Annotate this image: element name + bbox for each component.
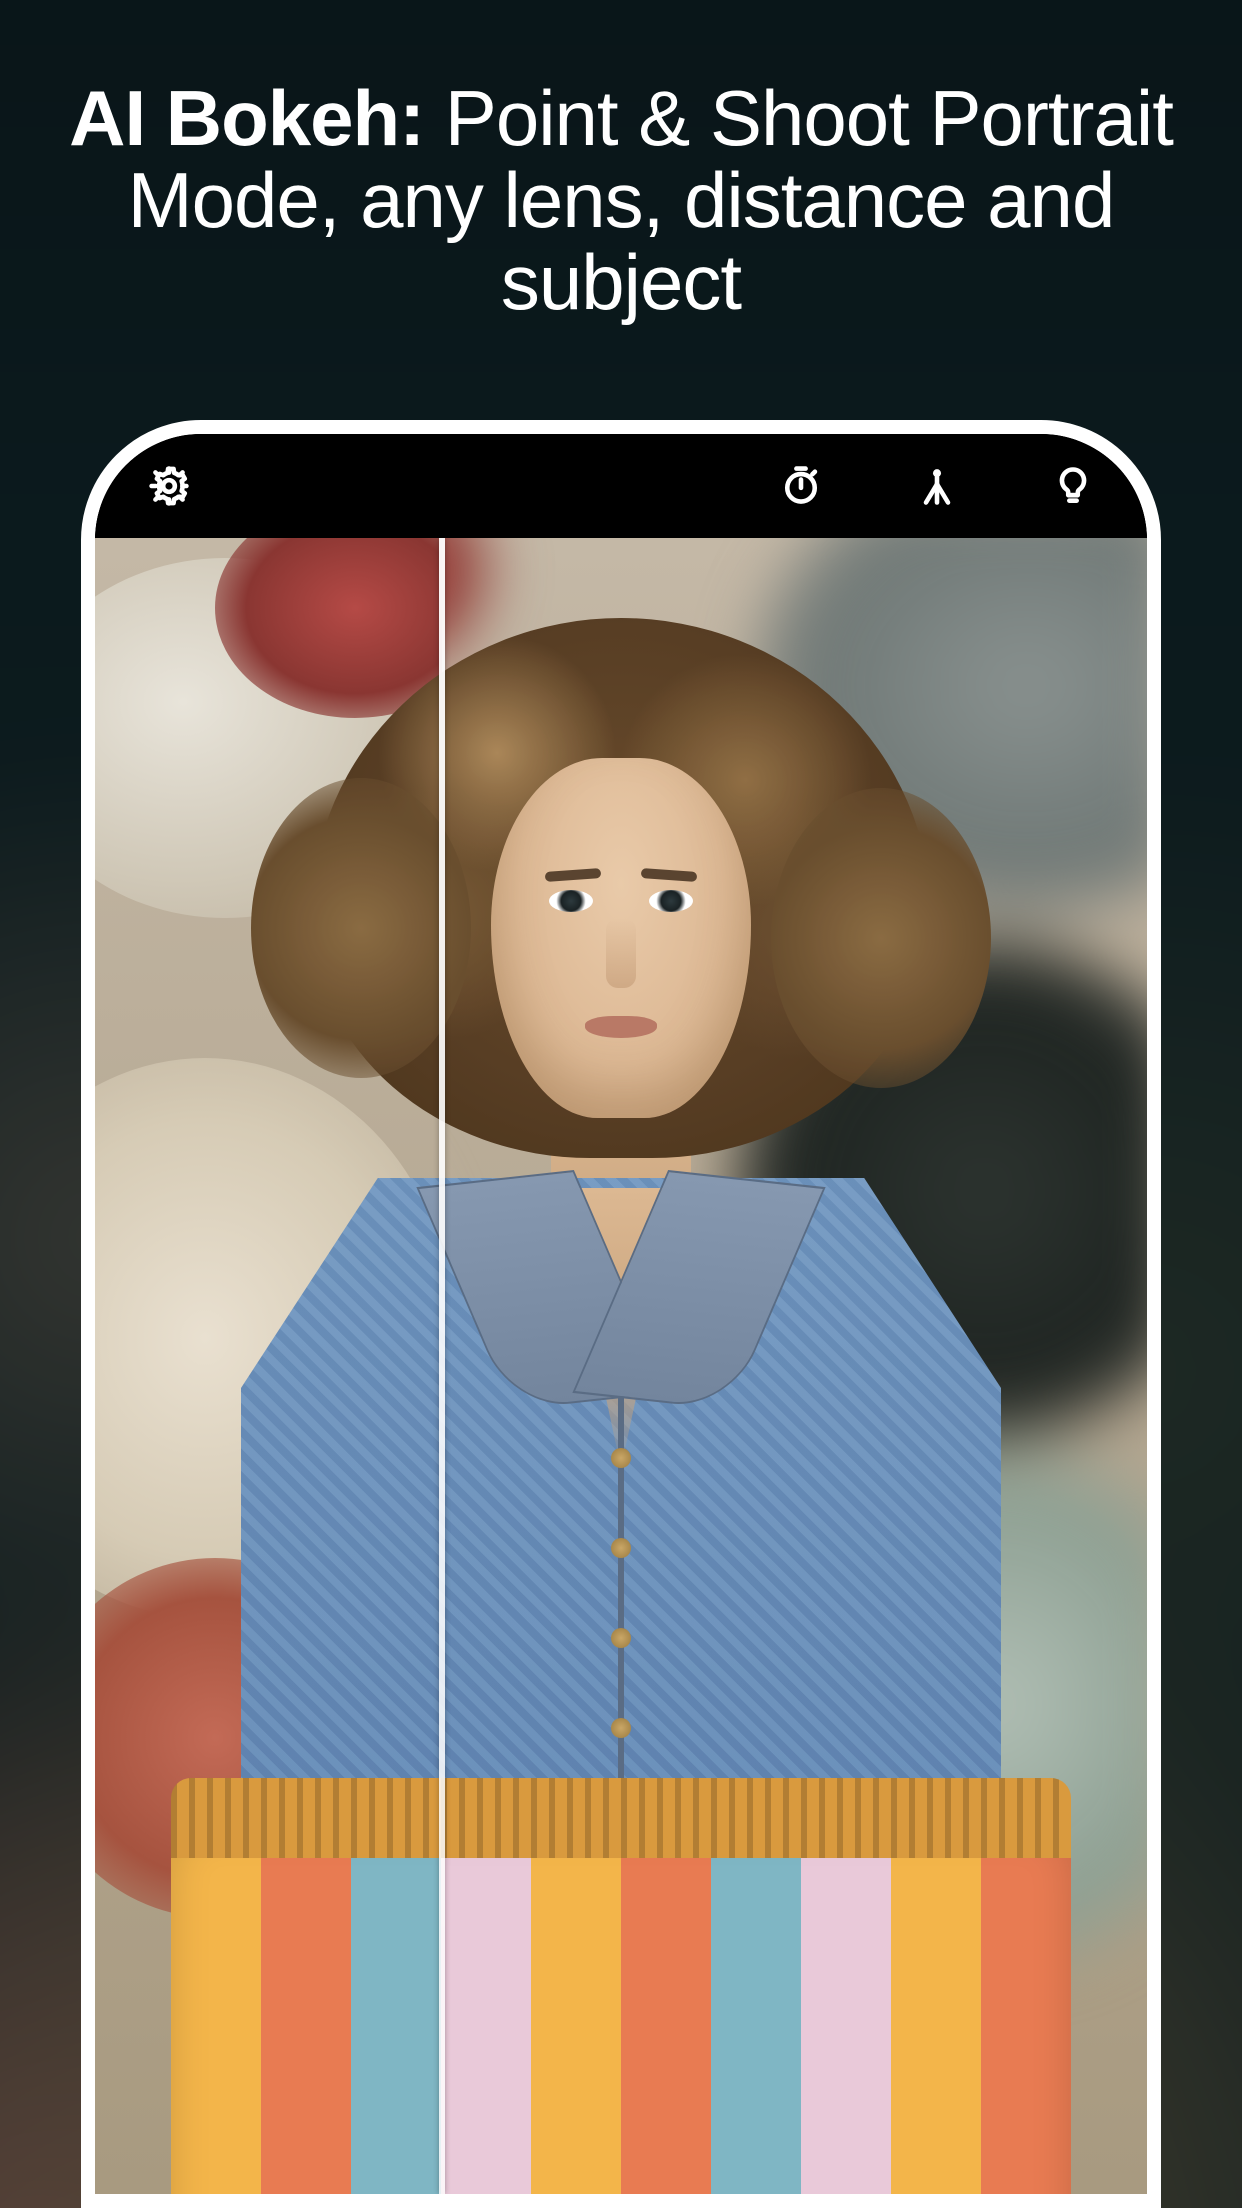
lightbulb-icon[interactable] — [1049, 462, 1097, 510]
comparison-right-bokeh — [442, 538, 1147, 2194]
headline: AI Bokeh: Point & Shoot Portrait Mode, a… — [0, 78, 1242, 324]
comparison-left-sharp — [95, 538, 442, 2194]
settings-icon[interactable] — [145, 462, 193, 510]
camera-toolbar — [95, 434, 1147, 538]
timer-icon[interactable] — [777, 462, 825, 510]
headline-bold: AI Bokeh: — [69, 74, 424, 162]
bokeh-comparison[interactable] — [95, 538, 1147, 2194]
comparison-divider[interactable] — [439, 538, 445, 2194]
tripod-icon[interactable] — [913, 462, 961, 510]
phone-screen — [95, 434, 1147, 2194]
camera-viewfinder — [95, 538, 1147, 2194]
phone-device-frame — [81, 420, 1161, 2208]
